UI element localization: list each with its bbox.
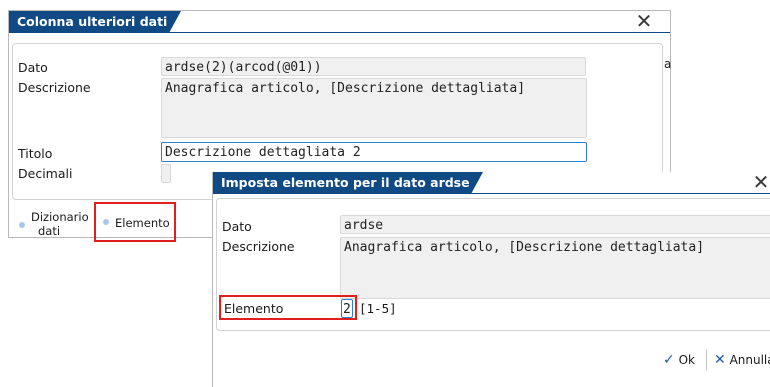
- d2-elemento-label: Elemento: [224, 301, 284, 316]
- elemento-bullet-icon: [103, 219, 109, 225]
- dialog2-titlebar: Imposta elemento per il dato ardse ✕: [213, 172, 770, 194]
- tab-dizionario-line2: dati: [37, 224, 61, 238]
- elemento-input[interactable]: 2: [341, 299, 353, 318]
- decimali-label: Decimali: [18, 166, 73, 181]
- dato-field[interactable]: ardse(2)(arcod(@01)): [161, 57, 586, 76]
- dialog2-form-panel: Dato ardse Descrizione Anagrafica artico…: [216, 198, 770, 331]
- dialog1-title: Colonna ulteriori dati: [9, 11, 181, 33]
- background-edge-text: a: [664, 57, 672, 71]
- check-icon: ✓: [663, 352, 675, 368]
- titolo-label: Titolo: [18, 146, 53, 161]
- titolo-input[interactable]: Descrizione dettagliata 2: [161, 142, 587, 162]
- d2-dato-label: Dato: [222, 219, 252, 234]
- annulla-label: Annulla: [729, 353, 770, 367]
- d2-descrizione-field[interactable]: Anagrafica articolo, [Descrizione dettag…: [340, 237, 770, 299]
- dialog-imposta-elemento: Imposta elemento per il dato ardse ✕ Dat…: [212, 172, 770, 387]
- footer-divider: [706, 349, 707, 371]
- annulla-button[interactable]: ✕ Annulla: [714, 352, 770, 368]
- d2-dato-field[interactable]: ardse: [340, 215, 770, 234]
- decimali-field[interactable]: [161, 164, 171, 183]
- dialog2-title: Imposta elemento per il dato ardse: [213, 172, 483, 194]
- dato-label: Dato: [18, 60, 48, 75]
- tab-elemento[interactable]: Elemento: [115, 216, 170, 230]
- dialog2-title-line: [213, 193, 770, 194]
- descrizione-label: Descrizione: [18, 80, 91, 95]
- dialog1-close-icon[interactable]: ✕: [633, 11, 655, 33]
- descrizione-field[interactable]: Anagrafica articolo, [Descrizione dettag…: [161, 78, 587, 138]
- dialog1-title-line: [9, 32, 670, 33]
- elemento-range: [1-5]: [359, 301, 397, 316]
- cancel-x-icon: ✕: [714, 352, 726, 368]
- ok-button[interactable]: ✓ Ok: [663, 352, 695, 368]
- dizionario-bullet-icon: [19, 222, 25, 228]
- tab-dizionario-dati[interactable]: Dizionario dati: [31, 210, 89, 238]
- d2-descrizione-label: Descrizione: [222, 239, 295, 254]
- dialog1-titlebar: Colonna ulteriori dati ✕: [9, 11, 670, 33]
- ok-label: Ok: [678, 353, 695, 367]
- tab-dizionario-line1: Dizionario: [31, 210, 89, 224]
- dialog2-close-icon[interactable]: ✕: [750, 172, 770, 194]
